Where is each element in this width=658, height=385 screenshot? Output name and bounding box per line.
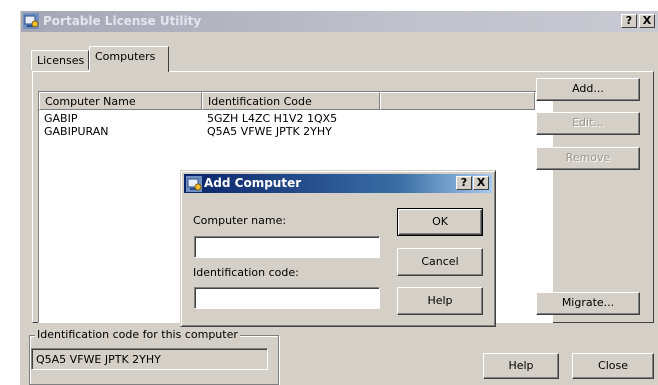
tab-computers-label: Computers	[95, 50, 156, 63]
table-row[interactable]: GABIP 5GZH L4ZC H1V2 1QX5	[39, 112, 552, 125]
dialog-title: Add Computer	[204, 176, 302, 190]
dialog-app-icon	[186, 176, 202, 192]
tab-licenses-label: Licenses	[37, 54, 85, 67]
close-button[interactable]: Close	[572, 353, 654, 379]
help-icon[interactable]: ?	[621, 14, 637, 28]
remove-button[interactable]: Remove	[536, 147, 640, 170]
window-title: Portable License Utility	[43, 14, 202, 28]
cell-identification-code: Q5A5 VFWE JPTK 2YHY	[207, 125, 332, 138]
dialog-help-icon[interactable]: ?	[456, 176, 472, 190]
help-button[interactable]: Help	[483, 353, 559, 379]
app-icon	[23, 13, 39, 29]
computer-name-input[interactable]	[194, 236, 380, 258]
identification-code-group: Identification code for this computer Q5…	[29, 328, 279, 385]
identification-code-legend: Identification code for this computer	[35, 328, 240, 341]
cell-computer-name: GABIP	[44, 112, 78, 125]
table-row[interactable]: GABIPURAN Q5A5 VFWE JPTK 2YHY	[39, 125, 552, 138]
column-header-identification-code[interactable]: Identification Code	[202, 92, 380, 110]
cancel-button[interactable]: Cancel	[397, 248, 483, 276]
close-icon[interactable]: X	[639, 14, 655, 28]
this-computer-id-value: Q5A5 VFWE JPTK 2YHY	[36, 353, 161, 366]
edit-button[interactable]: Edit...	[536, 112, 640, 135]
cell-identification-code: 5GZH L4ZC H1V2 1QX5	[207, 112, 338, 125]
cell-computer-name: GABIPURAN	[44, 125, 109, 138]
add-computer-dialog: Add Computer ? X Computer name: Identifi…	[180, 170, 496, 327]
computer-name-label: Computer name:	[193, 214, 287, 227]
dialog-help-button[interactable]: Help	[397, 287, 483, 315]
tab-computers[interactable]: Computers	[89, 46, 169, 72]
dialog-close-icon[interactable]: X	[473, 176, 489, 190]
identification-code-input[interactable]	[194, 287, 380, 309]
this-computer-id-field[interactable]: Q5A5 VFWE JPTK 2YHY	[31, 348, 268, 370]
list-header: Computer Name Identification Code	[39, 92, 552, 110]
ok-button[interactable]: OK	[397, 208, 483, 236]
main-titlebar[interactable]: Portable License Utility ? X	[21, 11, 658, 32]
add-button[interactable]: Add...	[536, 78, 640, 101]
dialog-titlebar[interactable]: Add Computer ? X	[184, 174, 492, 193]
column-header-extra[interactable]	[380, 92, 535, 110]
identification-code-label: Identification code:	[193, 266, 299, 279]
migrate-button[interactable]: Migrate...	[536, 292, 640, 315]
column-header-computer-name[interactable]: Computer Name	[39, 92, 202, 110]
tab-licenses[interactable]: Licenses	[31, 50, 89, 70]
